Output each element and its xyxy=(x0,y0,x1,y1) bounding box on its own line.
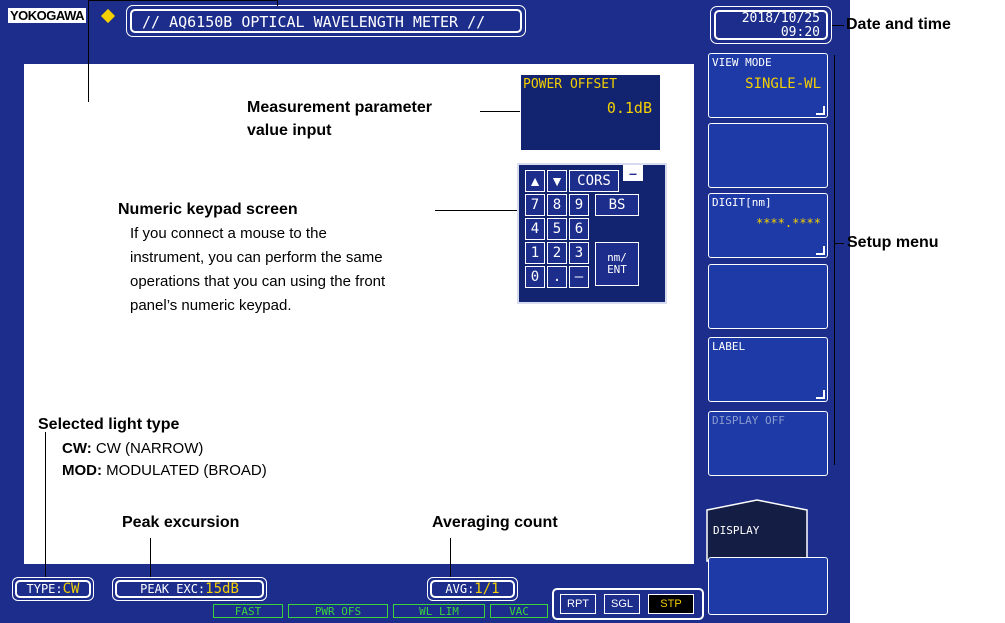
key-9[interactable]: 9 xyxy=(569,194,589,216)
nm-enter-key[interactable]: nm/ ENT xyxy=(595,242,639,286)
cors-key[interactable]: CORS xyxy=(569,170,619,192)
callout-averaging-count: Averaging count xyxy=(432,514,558,531)
menu-view-mode[interactable]: VIEW MODE SINGLE-WL xyxy=(708,53,828,118)
date-time-box: 2018/10/25 09:20 xyxy=(710,6,832,44)
key-8[interactable]: 8 xyxy=(547,194,567,216)
indicator-wl-lim: WL LIM xyxy=(393,604,485,618)
power-offset-value: 0.1dB xyxy=(606,99,652,117)
callout-keypad-desc-3: operations that you can using the front xyxy=(130,273,386,290)
stp-button[interactable]: STP xyxy=(648,594,694,614)
light-type-status[interactable]: TYPE:CW xyxy=(12,577,94,601)
callout-line-peak xyxy=(150,538,151,577)
key-2[interactable]: 2 xyxy=(547,242,567,264)
callout-peak-excursion: Peak excursion xyxy=(122,514,240,531)
callout-param-input-1: Measurement parameter xyxy=(247,99,432,116)
callout-line-param xyxy=(480,111,520,112)
callout-line-menu xyxy=(834,243,844,244)
display-tab[interactable]: DISPLAY xyxy=(705,498,809,563)
callout-line-title-top xyxy=(88,0,278,1)
averaging-value: 1/1 xyxy=(474,581,500,597)
callout-keypad-desc-2: instrument, you can perform the same xyxy=(130,249,383,266)
up-arrow-key[interactable]: ▲ xyxy=(525,170,545,192)
key-7[interactable]: 7 xyxy=(525,194,545,216)
power-offset-input[interactable]: POWER OFFSET 0.1dB xyxy=(519,73,662,152)
keypad-minimize-button[interactable]: – xyxy=(623,165,643,181)
key-3[interactable]: 3 xyxy=(569,242,589,264)
key-minus[interactable]: – xyxy=(569,266,589,288)
submenu-corner-icon xyxy=(816,246,825,255)
peak-excursion-value: 15dB xyxy=(205,581,239,597)
menu-blank-2[interactable] xyxy=(708,264,828,329)
callout-line-title-drop xyxy=(277,0,278,6)
key-1[interactable]: 1 xyxy=(525,242,545,264)
key-0[interactable]: 0 xyxy=(525,266,545,288)
menu-blank-1[interactable] xyxy=(708,123,828,188)
backspace-key[interactable]: BS xyxy=(595,194,639,216)
light-type-value: CW xyxy=(62,581,80,597)
submenu-corner-icon xyxy=(816,390,825,399)
callout-keypad-desc-4: panel’s numeric keypad. xyxy=(130,297,292,314)
time-text: 09:20 xyxy=(780,25,820,40)
callout-light-type: Selected light type xyxy=(38,416,180,433)
callout-mod: MOD: MODULATED (BROAD) xyxy=(62,462,267,479)
callout-param-input-2: value input xyxy=(247,122,332,139)
callout-line-title xyxy=(88,0,89,102)
numeric-keypad: ▲ ▼ CORS – 7 8 9 BS 4 5 6 1 2 3 nm/ ENT … xyxy=(517,163,667,304)
yokogawa-logo: YOKOGAWA xyxy=(8,8,87,23)
run-mode-group: RPT SGL STP xyxy=(552,588,704,620)
rpt-button[interactable]: RPT xyxy=(560,594,596,614)
indicator-fast: FAST xyxy=(213,604,283,618)
key-decimal[interactable]: . xyxy=(547,266,567,288)
down-arrow-key[interactable]: ▼ xyxy=(547,170,567,192)
title-bar: // AQ6150B OPTICAL WAVELENGTH METER // xyxy=(126,5,526,37)
callout-line-date xyxy=(832,25,844,26)
menu-display-off[interactable]: DISPLAY OFF xyxy=(708,411,828,476)
key-5[interactable]: 5 xyxy=(547,218,567,240)
submenu-corner-icon xyxy=(816,106,825,115)
sgl-button[interactable]: SGL xyxy=(604,594,640,614)
menu-label[interactable]: LABEL xyxy=(708,337,828,402)
indicator-pwr-ofs: PWR OFS xyxy=(288,604,388,618)
title-text: // AQ6150B OPTICAL WAVELENGTH METER // xyxy=(130,9,522,33)
key-6[interactable]: 6 xyxy=(569,218,589,240)
display-tab-label: DISPLAY xyxy=(713,524,760,537)
callout-line-avg xyxy=(450,538,451,577)
menu-digit[interactable]: DIGIT[nm] ****.**** xyxy=(708,193,828,258)
date-text: 2018/10/25 xyxy=(741,11,820,26)
callout-keypad-desc-1: If you connect a mouse to the xyxy=(130,225,327,242)
indicator-vac: VAC xyxy=(490,604,548,618)
key-4[interactable]: 4 xyxy=(525,218,545,240)
callout-keypad-title: Numeric keypad screen xyxy=(118,201,298,218)
averaging-status[interactable]: AVG:1/1 xyxy=(427,577,518,601)
menu-bottom-blank[interactable] xyxy=(708,557,828,615)
callout-bracket-menu xyxy=(834,55,835,465)
peak-excursion-status[interactable]: PEAK EXC:15dB xyxy=(112,577,267,601)
callout-line-keypad xyxy=(435,210,517,211)
callout-line-type xyxy=(45,432,46,577)
callout-setup-menu: Setup menu xyxy=(847,234,939,251)
power-offset-label: POWER OFFSET xyxy=(523,77,617,92)
callout-date-time: Date and time xyxy=(846,16,951,33)
callout-cw: CW: CW (NARROW) xyxy=(62,440,204,457)
